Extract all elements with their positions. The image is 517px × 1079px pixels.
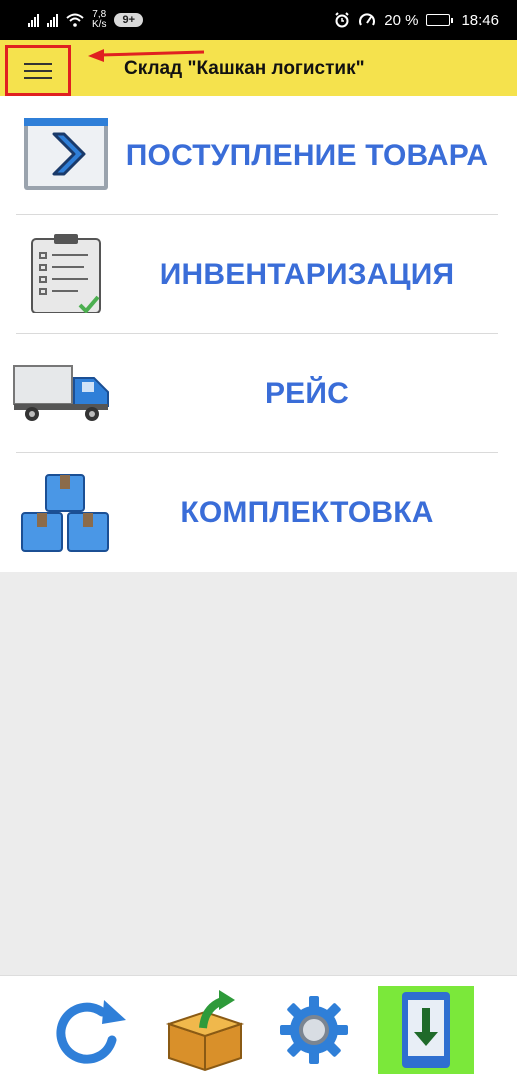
menu-item-label: РЕЙС	[264, 376, 350, 410]
menu-item-label: ИНВЕНТАРИЗАЦИЯ	[159, 257, 455, 291]
menu-item-label: КОМПЛЕКТОВКА	[180, 495, 434, 529]
wifi-icon	[66, 13, 84, 27]
hamburger-icon-line	[24, 76, 52, 79]
signal-icon	[47, 13, 58, 27]
download-phone-icon	[402, 992, 450, 1068]
truck-icon	[13, 365, 109, 421]
notification-badge: 9+	[114, 13, 143, 27]
box-import-icon	[165, 990, 245, 1072]
bottom-toolbar	[0, 975, 517, 1079]
status-left: 7,8 K/s 9+	[28, 10, 143, 30]
speed-unit: K/s	[92, 19, 107, 30]
menu-item-trip[interactable]: РЕЙС	[13, 334, 498, 453]
hamburger-menu-button[interactable]	[5, 45, 71, 96]
refresh-button[interactable]	[44, 986, 134, 1074]
hamburger-icon-line	[24, 69, 52, 72]
battery-percent: 20 %	[384, 11, 419, 29]
refresh-icon	[56, 1000, 126, 1064]
signal-icon	[28, 13, 39, 27]
gear-icon	[280, 996, 348, 1064]
alarm-icon	[335, 12, 349, 28]
speedometer-icon	[359, 13, 376, 26]
battery-icon	[426, 14, 454, 26]
hamburger-icon-line	[24, 62, 52, 65]
menu-item-receipt[interactable]: ПОСТУПЛЕНИЕ ТОВАРА	[16, 96, 498, 215]
status-bar: 7,8 K/s 9+ 20 % 18:46	[0, 0, 517, 40]
menu-item-inventory[interactable]: ИНВЕНТАРИЗАЦИЯ	[16, 215, 498, 334]
menu-item-picking[interactable]: КОМПЛЕКТОВКА	[16, 453, 498, 572]
status-right: 20 % 18:46	[334, 12, 499, 29]
network-speed: 7,8 K/s	[92, 10, 106, 30]
download-button[interactable]	[378, 986, 474, 1074]
clipboard-checklist-icon	[31, 234, 101, 313]
settings-button[interactable]	[274, 986, 354, 1074]
arrow-right-window-icon	[24, 118, 108, 190]
page-title: Склад "Кашкан логистик"	[124, 58, 365, 79]
stacked-boxes-icon	[21, 474, 109, 552]
clock: 18:46	[461, 11, 499, 29]
menu-list: ПОСТУПЛЕНИЕ ТОВАРА ИНВЕНТАРИЗАЦИЯ РЕЙС К…	[0, 96, 517, 572]
menu-item-label: ПОСТУПЛЕНИЕ ТОВАРА	[125, 138, 489, 172]
import-button[interactable]	[160, 986, 250, 1074]
app-toolbar: Склад "Кашкан логистик"	[0, 40, 517, 96]
